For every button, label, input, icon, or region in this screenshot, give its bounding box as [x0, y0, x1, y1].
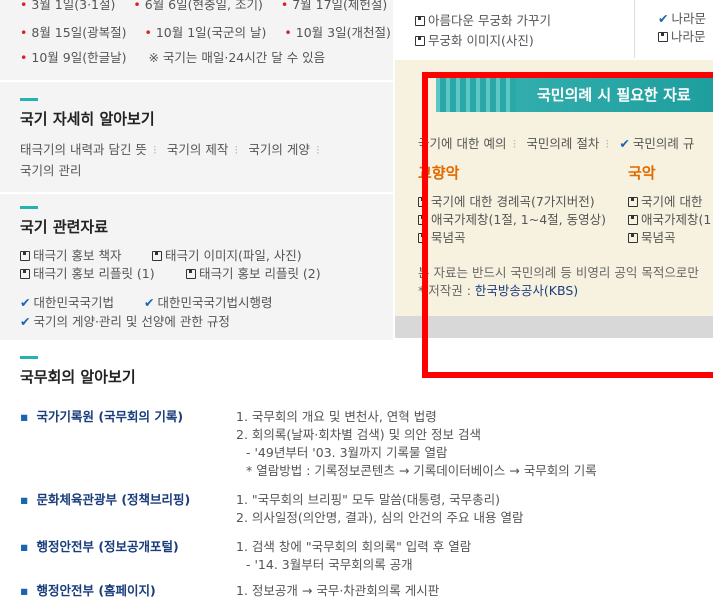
download-icon — [152, 251, 162, 261]
detail-link[interactable]: 국기의 제작 — [167, 142, 228, 157]
holiday-item[interactable]: 6월 6일(현충일, 조기) — [145, 0, 263, 12]
holiday-item: 8월 15일(광복절) — [31, 25, 127, 40]
flower-panel — [395, 0, 635, 58]
cabinet-line: 1. 국무회의 개요 및 변천사, 연혁 법령 — [236, 409, 437, 424]
holiday-item: 10월 3일(개천절) — [295, 25, 391, 40]
highlight-frame — [422, 72, 713, 378]
law-link[interactable]: ✔ 국기의 게양·관리 및 선양에 관한 규정 — [20, 311, 230, 330]
related-title: 국기 관련자료 — [20, 206, 109, 236]
cabinet-line: - '14. 3월부터 국무회의록 공개 — [246, 557, 413, 572]
check-icon: ✔ — [144, 295, 155, 310]
flower-link[interactable]: 무궁화 이미지(사진) — [415, 30, 534, 49]
cabinet-section-label[interactable]: ▪ 국가기록원 (국무회의 기록) — [20, 406, 183, 425]
cabinet-line: 2. 의사일정(의안명, 결과), 심의 안건의 주요 내용 열람 — [236, 510, 524, 525]
file-link[interactable]: 태극기 홍보 리플릿 (2) — [186, 263, 321, 282]
detail-links: 태극기의 내력과 담긴 뜻 ⁝ 국기의 제작 ⁝ 국기의 게양 ⁝ — [20, 142, 320, 157]
download-icon — [20, 251, 30, 261]
check-icon: ✔ — [20, 295, 31, 310]
cabinet-section-label[interactable]: ▪ 행정안전부 (홈페이지) — [20, 580, 156, 599]
detail-link[interactable]: 국기의 게양 — [248, 142, 309, 157]
holiday-row-3: • 10월 9일(한글날) ※ 국기는 매일·24시간 달 수 있음 — [20, 50, 326, 65]
cabinet-line: 1. 검색 창에 "국무회의 회의록" 입력 후 열람 — [236, 539, 472, 554]
holiday-item: 7월 17일(제헌절) — [292, 0, 388, 12]
cabinet-line: * 열람방법 : 기록정보콘텐츠 → 기록데이터베이스 → 국무회의 기록 — [246, 463, 597, 478]
holiday-item: 10월 9일(한글날) — [31, 50, 127, 65]
cabinet-title: 국무회의 알아보기 — [20, 356, 136, 386]
holiday-row-1: • 3월 1일(3·1절) • 6월 6일(현충일, 조기) • 7월 17일(제헌절… — [20, 0, 387, 13]
right-link[interactable]: ✔ 나라문 — [658, 8, 706, 27]
download-icon — [415, 36, 425, 46]
cabinet-line: 1. 정보공개 → 국무·차관회의록 게시판 — [236, 583, 440, 598]
check-icon: ✔ — [658, 11, 669, 26]
holiday-note: ※ 국기는 매일·24시간 달 수 있음 — [148, 50, 326, 65]
detail-link[interactable]: 국기의 관리 — [20, 160, 81, 179]
download-icon — [20, 269, 30, 279]
download-icon — [658, 32, 668, 42]
law-link[interactable]: ✔ 대한민국국기법시행령 — [144, 292, 273, 311]
file-link[interactable]: 태극기 홍보 책자 — [20, 245, 121, 264]
file-link[interactable]: 태극기 홍보 리플릿 (1) — [20, 263, 155, 282]
check-icon: ✔ — [20, 314, 31, 329]
holiday-row-2: • 8월 15일(광복절) • 10월 1일(국군의 날) • 10월 3일(개천절) — [20, 25, 391, 40]
right-link[interactable]: 나라문 — [658, 26, 706, 45]
download-icon — [186, 269, 196, 279]
detail-link[interactable]: 태극기의 내력과 담긴 뜻 — [20, 142, 147, 157]
file-link[interactable]: 태극기 이미지(파일, 사진) — [152, 245, 302, 264]
holiday-item: 3월 1일(3·1절) — [31, 0, 116, 12]
cabinet-line: 1. "국무회의 브리핑" 모두 말씀(대통령, 국무총리) — [236, 492, 501, 507]
flower-link[interactable]: 아름다운 무궁화 가꾸기 — [415, 10, 551, 29]
detail-title: 국기 자세히 알아보기 — [20, 98, 155, 128]
cabinet-line: - '49년부터 '03. 3월까지 기록물 열람 — [246, 445, 448, 460]
cabinet-section-label[interactable]: ▪ 행정안전부 (정보공개포털) — [20, 536, 179, 555]
law-link[interactable]: ✔ 대한민국국기법 — [20, 292, 114, 311]
holiday-item: 10월 1일(국군의 날) — [155, 25, 267, 40]
download-icon — [415, 16, 425, 26]
cabinet-section-label[interactable]: ▪ 문화체육관광부 (정책브리핑) — [20, 489, 190, 508]
cabinet-line: 2. 회의록(날짜·회차별 검색) 및 의안 정보 검색 — [236, 427, 481, 442]
